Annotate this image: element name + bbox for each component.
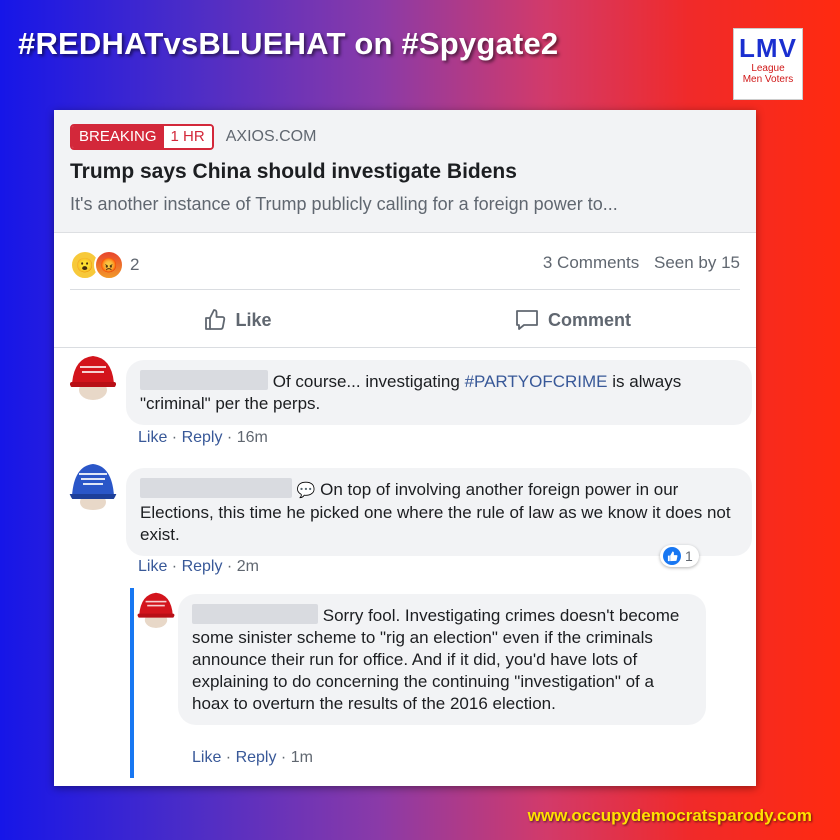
reply-thread-indicator xyxy=(130,588,134,778)
reply-like-link[interactable]: Like xyxy=(192,749,221,766)
red-maga-hat-avatar[interactable] xyxy=(68,350,118,400)
reply-meta: Like · Reply · 1m xyxy=(192,749,313,766)
link-preview[interactable]: BREAKING 1 HR AXIOS.COM Trump says China… xyxy=(54,110,756,233)
breaking-badge: BREAKING 1 HR xyxy=(70,124,214,150)
post-actions: Like Comment xyxy=(70,302,740,338)
commenter-name-redacted[interactable] xyxy=(192,604,318,624)
divider xyxy=(70,289,740,290)
comment-text: Of course... investigating xyxy=(272,372,465,391)
reactions-row: 😮 😡 2 3 Comments Seen by 15 xyxy=(70,250,740,280)
comments-count-link[interactable]: 3 Comments xyxy=(543,253,639,272)
comment-reaction-count: 1 xyxy=(685,548,693,564)
reaction-count: 2 xyxy=(130,255,140,274)
logo-main-text: LMV xyxy=(739,33,797,63)
angry-emoji-icon: 😡 xyxy=(94,250,124,280)
logo-line-2: Men Voters xyxy=(742,74,794,85)
commenter-name-redacted[interactable] xyxy=(140,478,292,498)
red-maga-hat-avatar[interactable] xyxy=(136,588,176,628)
like-thumb-icon xyxy=(663,547,681,565)
article-description: It's another instance of Trump publicly … xyxy=(70,194,618,214)
divider xyxy=(54,347,756,348)
facebook-post-card: ✕ BREAKING 1 HR AXIOS.COM Trump says Chi… xyxy=(54,110,756,786)
logo-line-1: League xyxy=(751,63,785,74)
comment-meta: Like · Reply · 16m xyxy=(138,429,268,446)
post-stats: 3 Comments Seen by 15 xyxy=(533,253,740,273)
comment-like-link[interactable]: Like xyxy=(138,558,167,575)
footer-url[interactable]: www.occupydemocratsparody.com xyxy=(528,806,812,826)
comment-time: 2m xyxy=(236,558,259,575)
comment-bubble: Of course... investigating #PARTYOFCRIME… xyxy=(126,360,752,425)
breaking-time: 1 HR xyxy=(163,126,212,148)
comment-time: 16m xyxy=(236,429,268,446)
page-headline: #REDHATvsBLUEHAT on #Spygate2 xyxy=(18,26,559,61)
seen-by-count[interactable]: Seen by 15 xyxy=(654,253,740,272)
source-domain: AXIOS.COM xyxy=(225,128,317,145)
breaking-label: BREAKING xyxy=(72,126,164,148)
comment-like-link[interactable]: Like xyxy=(138,429,167,446)
reaction-summary[interactable]: 😮 😡 2 xyxy=(70,250,139,280)
comment-meta: Like · Reply · 2m xyxy=(138,558,259,575)
translate-icon[interactable]: 💬 xyxy=(297,482,316,499)
comment-bubble-icon xyxy=(516,310,538,330)
reply-reply-link[interactable]: Reply xyxy=(236,749,277,766)
blue-hat-avatar[interactable] xyxy=(68,460,118,510)
lmv-logo: LMV League Men Voters xyxy=(733,28,803,100)
breaking-row: BREAKING 1 HR AXIOS.COM xyxy=(70,124,316,150)
reply-bubble: Sorry fool. Investigating crimes doesn't… xyxy=(178,594,706,725)
comment-button[interactable]: Comment xyxy=(405,302,740,338)
comment-button-label: Comment xyxy=(547,309,631,330)
like-button-label: Like xyxy=(235,309,272,330)
comment-reply-link[interactable]: Reply xyxy=(182,558,223,575)
thumbs-up-icon xyxy=(205,309,226,330)
hashtag-link[interactable]: #PARTYOFCRIME xyxy=(465,372,608,391)
comment-reply-link[interactable]: Reply xyxy=(182,429,223,446)
comment-reaction-badge[interactable]: 1 xyxy=(660,545,699,567)
article-title[interactable]: Trump says China should investigate Bide… xyxy=(70,160,517,184)
comment-bubble: 💬 On top of involving another foreign po… xyxy=(126,468,752,556)
commenter-name-redacted[interactable] xyxy=(140,370,268,390)
like-button[interactable]: Like xyxy=(70,302,405,338)
reply-time: 1m xyxy=(290,749,313,766)
